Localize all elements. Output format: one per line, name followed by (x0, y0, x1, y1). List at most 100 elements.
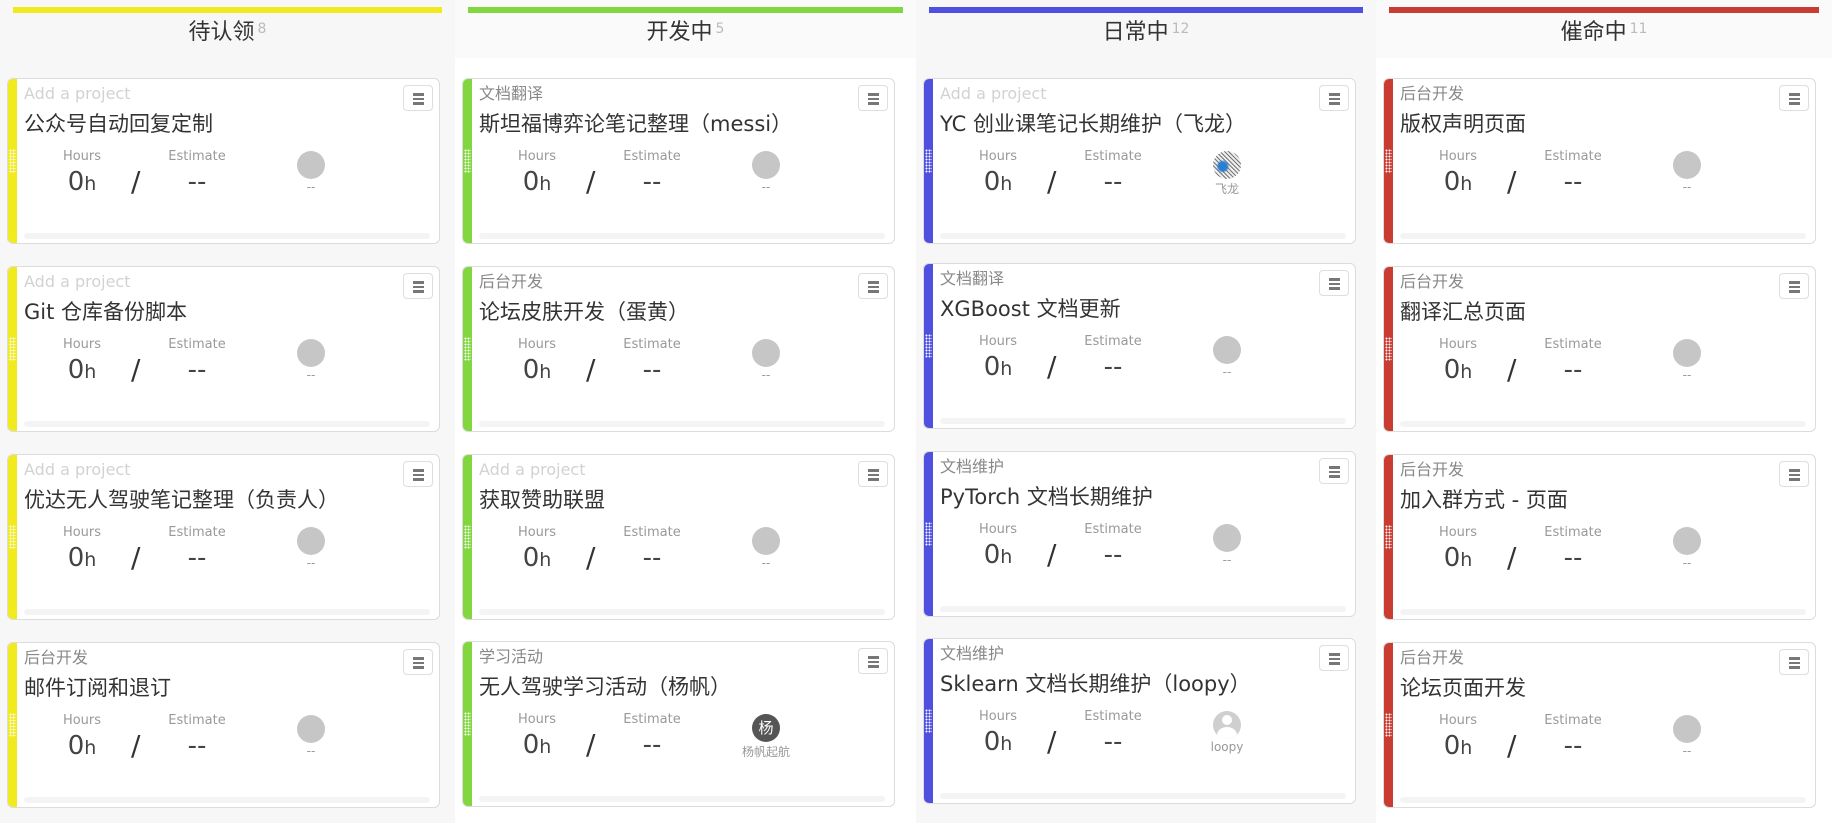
assignee-avatar[interactable] (1213, 711, 1241, 739)
estimate-value[interactable]: -- (152, 353, 242, 387)
hours-value[interactable]: 0h (953, 165, 1043, 201)
project-field[interactable]: 后台开发 (479, 271, 543, 293)
hours-value[interactable]: 0h (1413, 541, 1503, 577)
hours-value[interactable]: 0h (37, 165, 127, 201)
card-menu-button[interactable] (1319, 645, 1349, 671)
card-menu-button[interactable] (1779, 85, 1809, 111)
drag-handle-icon[interactable] (1385, 337, 1392, 361)
card-title[interactable]: 公众号自动回复定制 (24, 109, 213, 139)
task-card[interactable]: 文档维护 PyTorch 文档长期维护 Hours 0h / Estimate … (923, 451, 1356, 617)
project-field[interactable]: 学习活动 (479, 646, 543, 668)
card-menu-button[interactable] (858, 273, 888, 299)
project-field[interactable]: Add a project (24, 83, 130, 105)
estimate-value[interactable]: -- (1528, 165, 1618, 199)
card-title[interactable]: 论坛皮肤开发（蛋黄） (479, 297, 689, 327)
hours-value[interactable]: 0h (492, 728, 582, 764)
hours-value[interactable]: 0h (1413, 353, 1503, 389)
hours-value[interactable]: 0h (37, 729, 127, 765)
project-field[interactable]: Add a project (24, 459, 130, 481)
drag-handle-icon[interactable] (925, 149, 932, 173)
project-field[interactable]: 文档翻译 (940, 268, 1004, 290)
task-card[interactable]: 后台开发 论坛皮肤开发（蛋黄） Hours 0h / Estimate -- -… (462, 266, 895, 432)
card-title[interactable]: 加入群方式 - 页面 (1400, 485, 1568, 515)
hours-value[interactable]: 0h (953, 350, 1043, 386)
task-card[interactable]: 文档翻译 XGBoost 文档更新 Hours 0h / Estimate --… (923, 263, 1356, 429)
card-title[interactable]: YC 创业课笔记长期维护（飞龙） (940, 109, 1246, 139)
estimate-value[interactable]: -- (1528, 353, 1618, 387)
project-field[interactable]: Add a project (479, 459, 585, 481)
task-card[interactable]: 文档翻译 斯坦福博弈论笔记整理（messi） Hours 0h / Estima… (462, 78, 895, 244)
project-field[interactable]: 后台开发 (1400, 459, 1464, 481)
card-title[interactable]: Sklearn 文档长期维护（loopy） (940, 669, 1251, 699)
hours-value[interactable]: 0h (492, 165, 582, 201)
hours-value[interactable]: 0h (492, 541, 582, 577)
estimate-value[interactable]: -- (152, 729, 242, 763)
drag-handle-icon[interactable] (464, 149, 471, 173)
drag-handle-icon[interactable] (1385, 149, 1392, 173)
card-title[interactable]: Git 仓库备份脚本 (24, 297, 187, 327)
task-card[interactable]: 后台开发 版权声明页面 Hours 0h / Estimate -- -- (1383, 78, 1816, 244)
task-card[interactable]: 后台开发 邮件订阅和退订 Hours 0h / Estimate -- -- (7, 642, 440, 808)
assignee-avatar[interactable] (752, 339, 780, 367)
card-title[interactable]: 无人驾驶学习活动（杨帆） (479, 672, 731, 702)
hours-value[interactable]: 0h (37, 541, 127, 577)
card-title[interactable]: 翻译汇总页面 (1400, 297, 1526, 327)
assignee-avatar[interactable] (1673, 339, 1701, 367)
assignee-avatar[interactable] (752, 151, 780, 179)
assignee-avatar[interactable]: 杨 (752, 714, 780, 742)
assignee-avatar[interactable] (297, 151, 325, 179)
project-field[interactable]: Add a project (940, 83, 1046, 105)
estimate-value[interactable]: -- (1068, 725, 1158, 759)
task-card[interactable]: Add a project 优达无人驾驶笔记整理（负责人） Hours 0h /… (7, 454, 440, 620)
drag-handle-icon[interactable] (9, 149, 16, 173)
task-card[interactable]: Add a project Git 仓库备份脚本 Hours 0h / Esti… (7, 266, 440, 432)
card-menu-button[interactable] (858, 461, 888, 487)
project-field[interactable]: Add a project (24, 271, 130, 293)
task-card[interactable]: 文档维护 Sklearn 文档长期维护（loopy） Hours 0h / Es… (923, 638, 1356, 804)
card-title[interactable]: 论坛页面开发 (1400, 673, 1526, 703)
estimate-value[interactable]: -- (1068, 350, 1158, 384)
card-title[interactable]: 获取赞助联盟 (479, 485, 605, 515)
project-field[interactable]: 文档维护 (940, 456, 1004, 478)
card-menu-button[interactable] (1319, 458, 1349, 484)
task-card[interactable]: Add a project 获取赞助联盟 Hours 0h / Estimate… (462, 454, 895, 620)
hours-value[interactable]: 0h (37, 353, 127, 389)
project-field[interactable]: 文档维护 (940, 643, 1004, 665)
drag-handle-icon[interactable] (464, 712, 471, 736)
assignee-avatar[interactable] (1213, 336, 1241, 364)
card-menu-button[interactable] (858, 85, 888, 111)
hours-value[interactable]: 0h (1413, 165, 1503, 201)
card-title[interactable]: 版权声明页面 (1400, 109, 1526, 139)
assignee-avatar[interactable] (1213, 151, 1241, 179)
estimate-value[interactable]: -- (1528, 729, 1618, 763)
card-menu-button[interactable] (403, 273, 433, 299)
drag-handle-icon[interactable] (9, 525, 16, 549)
assignee-avatar[interactable] (1673, 527, 1701, 555)
drag-handle-icon[interactable] (925, 709, 932, 733)
estimate-value[interactable]: -- (152, 165, 242, 199)
card-menu-button[interactable] (858, 648, 888, 674)
estimate-value[interactable]: -- (607, 353, 697, 387)
assignee-avatar[interactable] (1673, 151, 1701, 179)
drag-handle-icon[interactable] (925, 334, 932, 358)
card-menu-button[interactable] (403, 461, 433, 487)
estimate-value[interactable]: -- (607, 165, 697, 199)
project-field[interactable]: 后台开发 (24, 647, 88, 669)
project-field[interactable]: 后台开发 (1400, 647, 1464, 669)
assignee-avatar[interactable] (1673, 715, 1701, 743)
drag-handle-icon[interactable] (1385, 525, 1392, 549)
assignee-avatar[interactable] (297, 715, 325, 743)
estimate-value[interactable]: -- (152, 541, 242, 575)
drag-handle-icon[interactable] (464, 525, 471, 549)
project-field[interactable]: 文档翻译 (479, 83, 543, 105)
project-field[interactable]: 后台开发 (1400, 271, 1464, 293)
hours-value[interactable]: 0h (953, 725, 1043, 761)
card-menu-button[interactable] (1319, 85, 1349, 111)
estimate-value[interactable]: -- (607, 728, 697, 762)
hours-value[interactable]: 0h (953, 538, 1043, 574)
estimate-value[interactable]: -- (1068, 538, 1158, 572)
hours-value[interactable]: 0h (1413, 729, 1503, 765)
card-title[interactable]: 斯坦福博弈论笔记整理（messi） (479, 109, 792, 139)
card-menu-button[interactable] (403, 649, 433, 675)
card-menu-button[interactable] (1779, 649, 1809, 675)
